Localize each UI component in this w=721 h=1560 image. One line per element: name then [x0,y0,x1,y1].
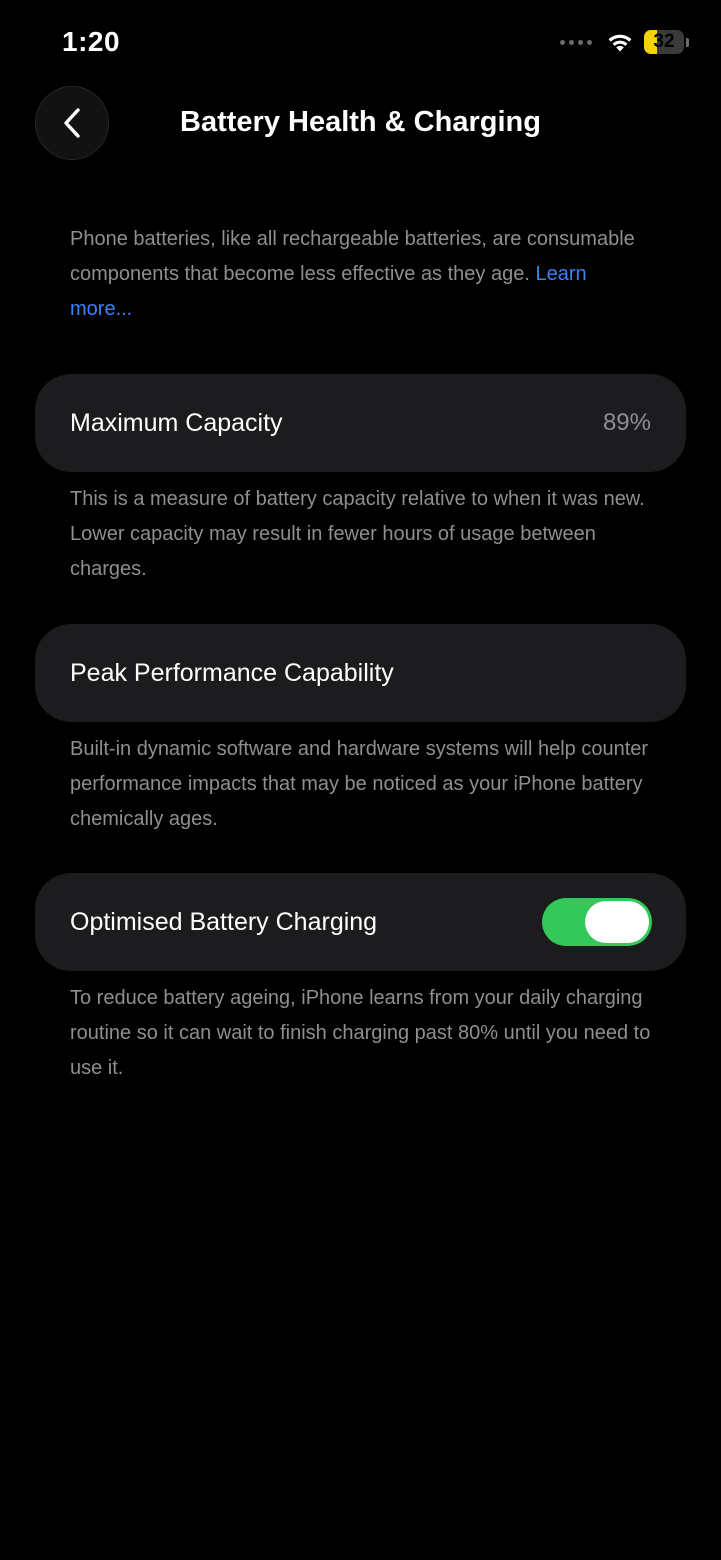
optimised-charging-footnote: To reduce battery ageing, iPhone learns … [70,987,651,1079]
nav-bar: Battery Health & Charging [0,86,721,162]
wifi-icon [608,34,632,52]
status-icons: 32 [560,30,689,54]
maximum-capacity-row: Maximum Capacity 89% [35,374,686,472]
optimised-charging-toggle[interactable] [542,898,652,946]
peak-performance-row[interactable]: Peak Performance Capability [35,624,686,722]
optimised-charging-label: Optimised Battery Charging [70,907,378,936]
maximum-capacity-label: Maximum Capacity [70,408,283,437]
battery-icon: 32 [644,30,689,54]
settings-content: Phone batteries, like all rechargeable b… [0,222,721,1086]
page-title: Battery Health & Charging [180,106,541,138]
maximum-capacity-footnote: This is a measure of battery capacity re… [70,488,645,580]
peak-performance-label: Peak Performance Capability [70,658,394,687]
peak-performance-footnote: Built-in dynamic software and hardware s… [70,738,649,830]
status-bar: 1:20 32 [0,0,721,86]
maximum-capacity-value: 89% [602,409,651,436]
toggle-knob [585,901,649,943]
intro-text: Phone batteries, like all rechargeable b… [70,222,651,327]
status-time: 1:20 [62,26,121,57]
optimised-charging-row: Optimised Battery Charging [35,873,686,971]
signal-dots-icon [560,39,592,45]
battery-level: 32 [653,31,675,52]
